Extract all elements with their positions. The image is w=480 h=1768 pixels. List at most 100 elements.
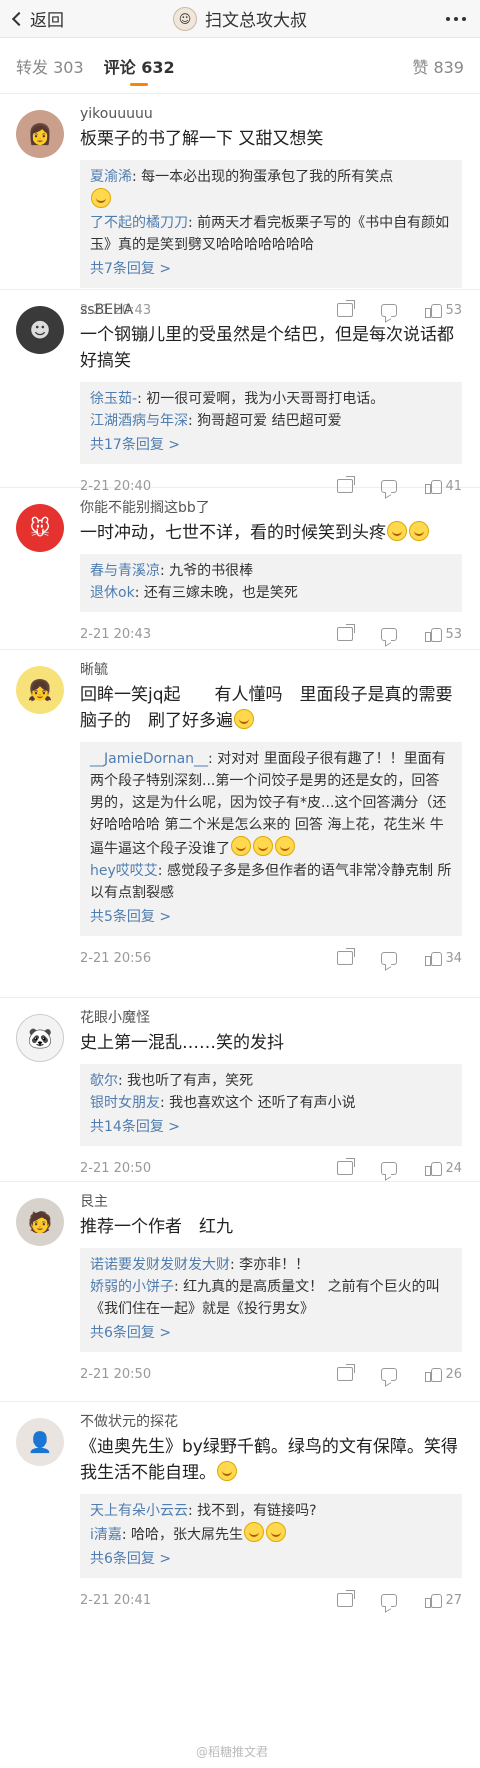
- reply-username[interactable]: 徐玉茹-: [90, 391, 137, 407]
- watermark: @稻糖推文君: [196, 1745, 269, 1759]
- reply-text: : 李亦非！！: [230, 1257, 310, 1273]
- share-button[interactable]: [337, 1590, 356, 1607]
- comment-username[interactable]: ssBEHA: [80, 300, 462, 320]
- reply-username[interactable]: 娇弱的小饼子: [90, 1279, 174, 1295]
- more-replies-link[interactable]: 共7条回复 >: [90, 258, 452, 280]
- comment-time: 2-21 20:50: [80, 1366, 152, 1382]
- reply-username[interactable]: 退休ok: [90, 585, 135, 601]
- tab-repost[interactable]: 转发 303: [16, 38, 84, 94]
- comment-icon: [381, 1367, 398, 1381]
- laugh-cry-emoji-icon: [217, 1461, 237, 1481]
- like-button[interactable]: 26: [425, 1367, 462, 1382]
- back-label: 返回: [30, 11, 64, 31]
- comment-icon: [381, 627, 398, 641]
- reply-button[interactable]: [381, 951, 398, 965]
- reply-username[interactable]: 江湖酒病与年深: [90, 413, 188, 429]
- emoji-icon: [91, 188, 111, 208]
- thumbs-up-icon: [425, 951, 443, 966]
- comment-username[interactable]: 艮主: [80, 1192, 462, 1212]
- reply-username[interactable]: 欹尔: [90, 1073, 118, 1089]
- thumbs-up-icon: [425, 627, 443, 642]
- avatar[interactable]: 👤: [16, 1418, 64, 1466]
- comment-item: 🐼 花眼小魔怪 史上第一混乱……笑的发抖 欹尔: 我也听了有声，笑死 银时女朋友…: [0, 998, 480, 1182]
- top-bar: 返回 ☺ 扫文总攻大叔: [0, 0, 480, 38]
- tab-comment[interactable]: 评论 632: [104, 38, 175, 94]
- more-replies-link[interactable]: 共17条回复 >: [90, 434, 452, 456]
- avatar[interactable]: 🧑: [16, 1198, 64, 1246]
- avatar[interactable]: 🐭: [16, 504, 64, 552]
- chevron-left-icon: [11, 11, 27, 26]
- reply-username[interactable]: 夏渝浠: [90, 169, 132, 185]
- laugh-cry-emoji-icon: [275, 836, 295, 856]
- share-icon: [337, 948, 356, 965]
- reply-box[interactable]: 诺诺要发财发财发大财: 李亦非！！ 娇弱的小饼子: 红九真的是高质量文！ 之前有…: [80, 1248, 462, 1352]
- share-button[interactable]: [337, 1158, 356, 1175]
- share-button[interactable]: [337, 624, 356, 641]
- reply-button[interactable]: [381, 1593, 398, 1607]
- reply-box[interactable]: __JamieDornan__: 对对对 里面段子很有趣了！！里面有两个段子特别…: [80, 742, 462, 936]
- more-replies-link[interactable]: 共5条回复 >: [90, 906, 452, 928]
- more-replies-link[interactable]: 共14条回复 >: [90, 1116, 452, 1138]
- reply-text: : 每一本必出现的狗蛋承包了我的所有笑点: [132, 169, 394, 185]
- reply-box[interactable]: 春与青溪凉: 九爷的书很棒 退休ok: 还有三嫁未晚，也是笑死: [80, 554, 462, 612]
- avatar[interactable]: 👧: [16, 666, 64, 714]
- reply-username[interactable]: hey哎哎艾: [90, 863, 158, 879]
- reply-text: : 还有三嫁未晚，也是笑死: [134, 585, 298, 601]
- reply-button[interactable]: [381, 1367, 398, 1381]
- comment-icon: [381, 1593, 398, 1607]
- share-button[interactable]: [337, 948, 356, 965]
- reply-username[interactable]: 天上有朵小云云: [90, 1503, 188, 1519]
- reply-username[interactable]: 银时女朋友: [90, 1095, 160, 1111]
- comment-username[interactable]: 不做状元的探花: [80, 1412, 462, 1432]
- comment-username[interactable]: 晰毓: [80, 660, 462, 680]
- like-button[interactable]: 34: [425, 951, 462, 966]
- comment-item: 👩 yikouuuuu 板栗子的书了解一下 又甜又想笑 夏渝浠: 每一本必出现的…: [0, 94, 480, 318]
- header-title[interactable]: ☺ 扫文总攻大叔: [173, 6, 307, 31]
- like-button[interactable]: 24: [425, 1161, 462, 1176]
- reply-text: : 九爷的书很棒: [160, 563, 254, 579]
- more-replies-link[interactable]: 共6条回复 >: [90, 1322, 452, 1344]
- comment-text: 一个钢镚儿里的受虽然是个结巴，但是每次说话都好搞笑: [80, 325, 454, 371]
- like-button[interactable]: 53: [425, 627, 462, 642]
- comment-username[interactable]: 花眼小魔怪: [80, 1008, 462, 1028]
- comment-time: 2-21 20:56: [80, 950, 152, 966]
- reply-box[interactable]: 夏渝浠: 每一本必出现的狗蛋承包了我的所有笑点 了不起的橘刀刀: 前两天才看完板…: [80, 160, 462, 288]
- share-icon: [337, 1364, 356, 1381]
- more-icon[interactable]: [446, 16, 466, 21]
- tab-like[interactable]: 赞 839: [412, 38, 464, 94]
- avatar[interactable]: 👩: [16, 110, 64, 158]
- share-icon: [337, 624, 356, 641]
- avatar[interactable]: 🐼: [16, 1014, 64, 1062]
- reply-box[interactable]: 徐玉茹-: 初一很可爱啊，我为小天哥哥打电话。 江湖酒病与年深: 狗哥超可爱 结…: [80, 382, 462, 464]
- laugh-cry-emoji-icon: [387, 521, 407, 541]
- reply-box[interactable]: 天上有朵小云云: 找不到，有链接吗? i清嘉: 哈哈，张大屌先生 共6条回复 >: [80, 1494, 462, 1578]
- tab-bar: 转发 303 评论 632 赞 839: [0, 38, 480, 94]
- laugh-cry-emoji-icon: [234, 709, 254, 729]
- comment-username[interactable]: yikouuuuu: [80, 104, 462, 124]
- reply-button[interactable]: [381, 1161, 398, 1175]
- reply-box[interactable]: 欹尔: 我也听了有声，笑死 银时女朋友: 我也喜欢这个 还听了有声小说 共14条…: [80, 1064, 462, 1146]
- reply-username[interactable]: 诺诺要发财发财发大财: [90, 1257, 230, 1273]
- avatar[interactable]: ☻: [16, 306, 64, 354]
- like-count: 24: [445, 1160, 462, 1176]
- comment-username[interactable]: 你能不能别搁这bb了: [80, 498, 462, 518]
- like-count: 27: [445, 1592, 462, 1608]
- laugh-cry-emoji-icon: [266, 1522, 287, 1542]
- back-button[interactable]: 返回: [0, 6, 64, 31]
- like-button[interactable]: 27: [425, 1593, 462, 1608]
- more-replies-link[interactable]: 共6条回复 >: [90, 1548, 452, 1570]
- reply-text: : 哈哈，张大屌先生: [121, 1527, 244, 1543]
- comment-icon: [381, 951, 398, 965]
- share-button[interactable]: [337, 1364, 356, 1381]
- comment-text: 一时冲动，七世不详，看的时候笑到头疼: [80, 520, 462, 546]
- reply-username[interactable]: 了不起的橘刀刀: [90, 215, 188, 231]
- comment-item: 🧑 艮主 推荐一个作者 红九 诺诺要发财发财发大财: 李亦非！！ 娇弱的小饼子:…: [0, 1182, 480, 1402]
- reply-username[interactable]: __JamieDornan__: [90, 751, 208, 767]
- comment-time: 2-21 20:50: [80, 1160, 152, 1176]
- laugh-cry-emoji-icon: [409, 521, 429, 541]
- reply-username[interactable]: i清嘉: [90, 1527, 122, 1543]
- reply-username[interactable]: 春与青溪凉: [90, 563, 160, 579]
- share-icon: [337, 1158, 356, 1175]
- comment-text: 板栗子的书了解一下 又甜又想笑: [80, 129, 324, 149]
- reply-button[interactable]: [381, 627, 398, 641]
